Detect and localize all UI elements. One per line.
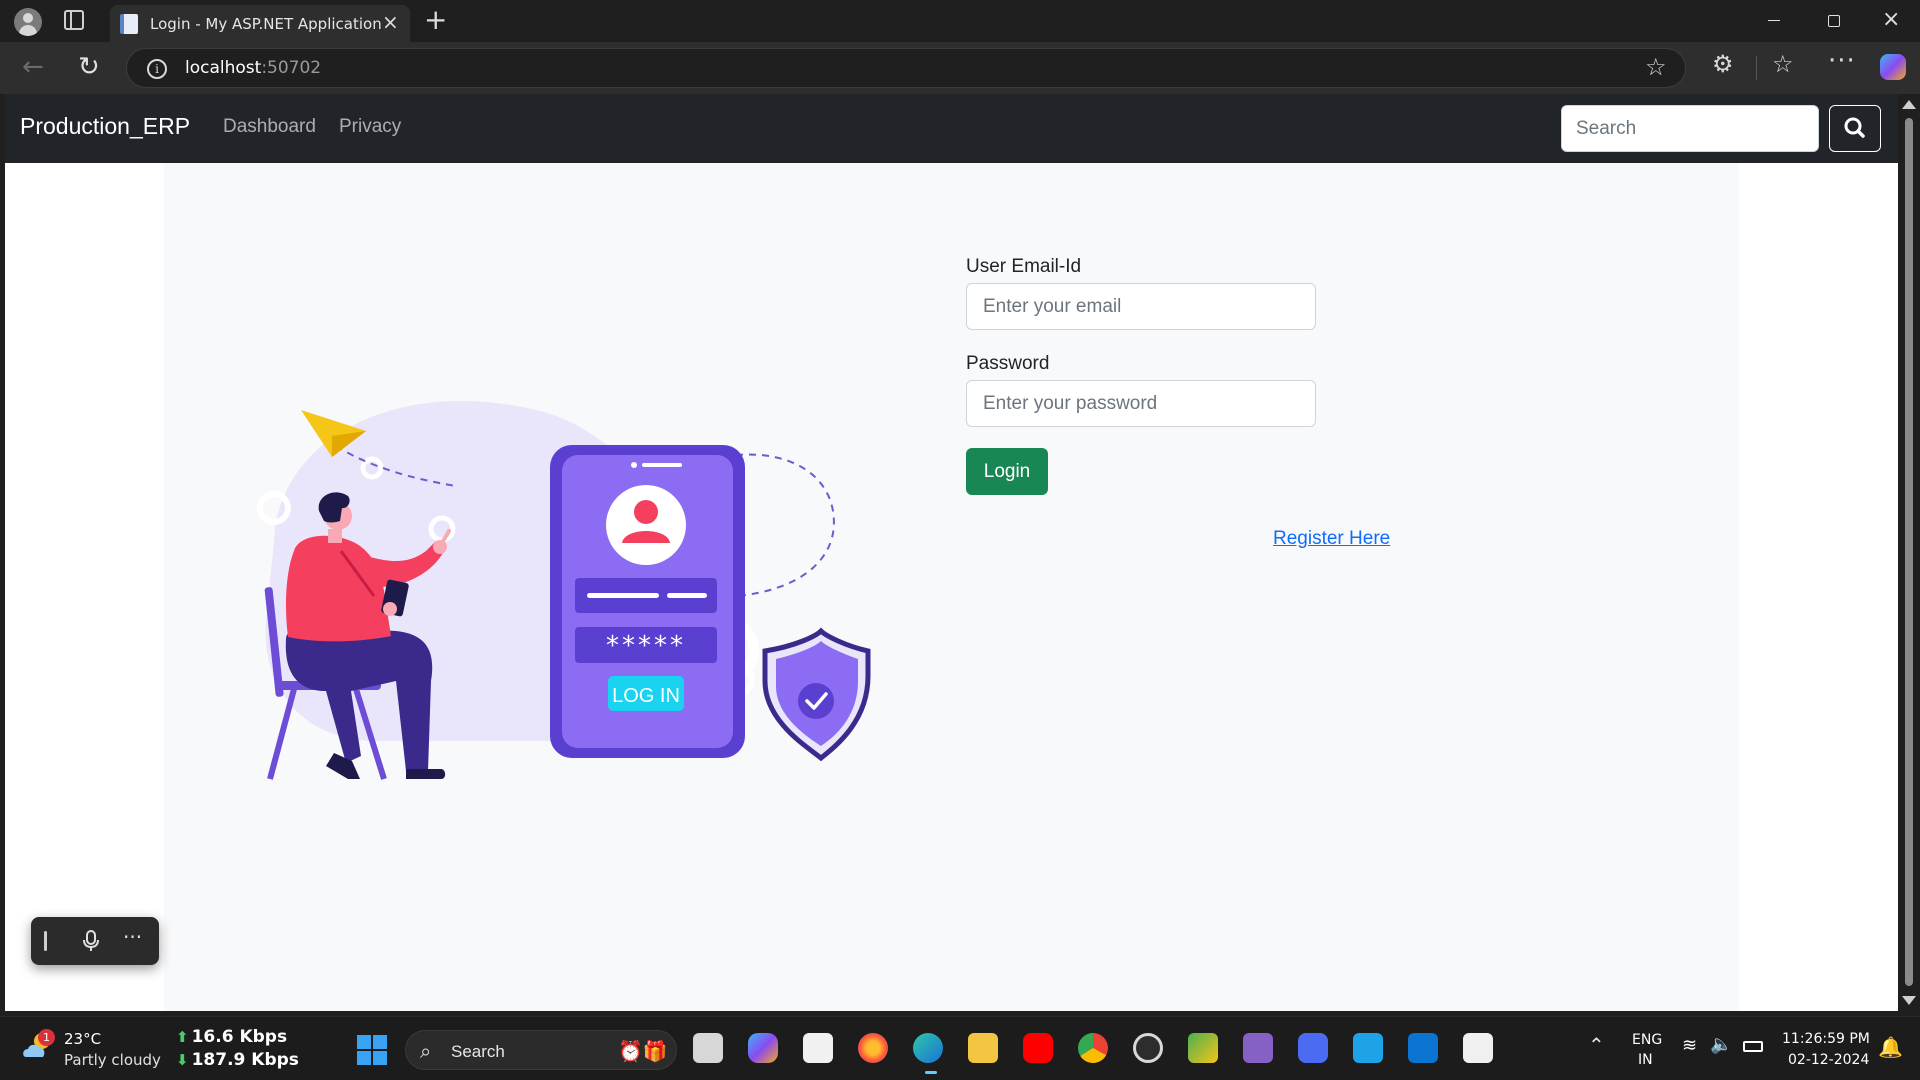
app-p-icon[interactable] bbox=[1298, 1033, 1328, 1063]
wifi-icon[interactable]: ≋ bbox=[1682, 1035, 1697, 1056]
search-icon bbox=[1844, 117, 1865, 138]
voice-access-widget: ··· bbox=[31, 917, 159, 965]
language-region[interactable]: IN bbox=[1638, 1052, 1653, 1068]
reload-icon[interactable]: ↻ bbox=[78, 52, 100, 82]
chrome-icon[interactable] bbox=[1078, 1033, 1108, 1063]
tab-close-icon[interactable]: × bbox=[382, 12, 399, 32]
url-host: localhost bbox=[185, 58, 262, 78]
login-page-content: ***** LOG IN User Email-Id Enter your em… bbox=[164, 163, 1739, 1011]
volume-icon[interactable]: 🔈 bbox=[1710, 1034, 1732, 1055]
windows-start-icon[interactable] bbox=[357, 1035, 387, 1065]
login-illustration: ***** LOG IN bbox=[257, 400, 871, 780]
tab-actions-icon[interactable] bbox=[64, 10, 84, 30]
browser-toolbar: ← ↻ i localhost:50702 ☆ ⚙ ☆ ··· bbox=[0, 42, 1920, 94]
tray-overflow-chevron-icon[interactable]: ⌃ bbox=[1588, 1033, 1605, 1057]
navbar-brand[interactable]: Production_ERP bbox=[20, 113, 190, 140]
nav-link-dashboard[interactable]: Dashboard bbox=[223, 116, 316, 138]
extensions-icon[interactable]: ⚙ bbox=[1712, 50, 1734, 78]
window-minimize-icon[interactable] bbox=[1768, 20, 1780, 21]
url-text[interactable]: localhost:50702 bbox=[185, 58, 321, 78]
illustration-password-stars: ***** bbox=[606, 631, 686, 661]
weather-temperature[interactable]: 23°C bbox=[64, 1030, 101, 1048]
search-icon: ⌕ bbox=[420, 1039, 432, 1063]
weather-description[interactable]: Partly cloudy bbox=[64, 1051, 161, 1069]
login-button[interactable]: Login bbox=[966, 448, 1048, 495]
task-view-icon[interactable] bbox=[693, 1033, 723, 1063]
email-field[interactable] bbox=[966, 283, 1316, 330]
upload-arrow-icon: ⬆ bbox=[176, 1028, 189, 1046]
language-indicator[interactable]: ENG bbox=[1632, 1032, 1662, 1048]
url-port: :50702 bbox=[261, 58, 322, 78]
youtube-icon[interactable] bbox=[1023, 1033, 1053, 1063]
edge-active-indicator bbox=[925, 1071, 937, 1074]
copilot-app-icon[interactable] bbox=[748, 1033, 778, 1063]
toolbar-divider bbox=[1756, 56, 1757, 80]
network-download-speed: ⬇ 187.9 Kbps bbox=[176, 1050, 299, 1070]
navbar-search-input[interactable] bbox=[1561, 105, 1819, 152]
snipping-tool-icon[interactable] bbox=[1188, 1033, 1218, 1063]
more-options-icon[interactable]: ··· bbox=[123, 925, 142, 949]
browser-tab-active[interactable]: Login - My ASP.NET Application × bbox=[110, 5, 410, 42]
site-navbar: Production_ERP Dashboard Privacy bbox=[5, 94, 1898, 163]
net-down-value: 187.9 Kbps bbox=[191, 1050, 299, 1070]
microphone-icon[interactable] bbox=[79, 929, 103, 953]
battery-icon[interactable] bbox=[1743, 1041, 1763, 1052]
address-bar[interactable]: i localhost:50702 ☆ bbox=[126, 48, 1686, 88]
window-close-icon[interactable]: × bbox=[1882, 6, 1900, 34]
search-highlight-icon: ⏰🎁 bbox=[618, 1039, 668, 1063]
more-menu-icon[interactable]: ··· bbox=[1828, 46, 1856, 76]
clock-date[interactable]: 02-12-2024 bbox=[1788, 1052, 1869, 1068]
favorites-icon[interactable]: ☆ bbox=[1772, 50, 1794, 78]
back-arrow-icon[interactable]: ← bbox=[22, 52, 44, 82]
sql-tool-icon[interactable] bbox=[1463, 1033, 1493, 1063]
notification-bell-icon[interactable]: 🔔 bbox=[1878, 1035, 1903, 1059]
vscode-icon[interactable] bbox=[1408, 1033, 1438, 1063]
net-up-value: 16.6 Kbps bbox=[191, 1027, 288, 1047]
download-arrow-icon: ⬇ bbox=[176, 1051, 189, 1069]
tab-title: Login - My ASP.NET Application bbox=[150, 15, 382, 33]
new-tab-icon[interactable]: + bbox=[424, 5, 447, 35]
clock-time[interactable]: 11:26:59 PM bbox=[1782, 1031, 1870, 1047]
copilot-icon[interactable] bbox=[1880, 54, 1906, 80]
favorite-star-icon[interactable]: ☆ bbox=[1645, 53, 1667, 81]
scroll-thumb[interactable] bbox=[1905, 118, 1913, 986]
navbar-search-button[interactable] bbox=[1829, 105, 1881, 152]
window-restore-icon[interactable] bbox=[1828, 15, 1840, 27]
site-info-icon[interactable]: i bbox=[147, 59, 167, 79]
scroll-up-arrow-icon[interactable] bbox=[1902, 100, 1916, 109]
email-label: User Email-Id bbox=[966, 256, 1082, 277]
profile-avatar-icon[interactable] bbox=[14, 8, 42, 36]
browser-tab-bar: Login - My ASP.NET Application × + × bbox=[0, 0, 1920, 42]
media-player-icon[interactable] bbox=[1133, 1033, 1163, 1063]
nav-link-privacy[interactable]: Privacy bbox=[339, 116, 401, 138]
weather-alert-badge: 1 bbox=[38, 1029, 55, 1046]
password-field[interactable] bbox=[966, 380, 1316, 427]
scroll-down-arrow-icon[interactable] bbox=[1902, 996, 1916, 1005]
windows-taskbar: 1 23°C Partly cloudy ⬆ 16.6 Kbps ⬇ 187.9 K… bbox=[0, 1016, 1920, 1080]
file-explorer-icon[interactable] bbox=[968, 1033, 998, 1063]
network-upload-speed: ⬆ 16.6 Kbps bbox=[176, 1027, 287, 1047]
page-favicon-icon bbox=[120, 14, 138, 34]
illustration-login-text: LOG IN bbox=[612, 685, 680, 707]
page-scrollbar[interactable] bbox=[1898, 94, 1920, 1011]
drag-handle-icon[interactable] bbox=[44, 931, 47, 951]
register-link[interactable]: Register Here bbox=[1273, 528, 1390, 550]
microsoft-store-icon[interactable] bbox=[803, 1033, 833, 1063]
edge-browser-icon[interactable] bbox=[913, 1033, 943, 1063]
notepad-icon[interactable] bbox=[1353, 1033, 1383, 1063]
taskbar-search-box[interactable]: ⌕ Search ⏰🎁 bbox=[405, 1030, 677, 1070]
password-label: Password bbox=[966, 353, 1050, 374]
visual-studio-icon[interactable] bbox=[1243, 1033, 1273, 1063]
page-viewport: Production_ERP Dashboard Privacy Search … bbox=[5, 94, 1898, 1011]
firefox-icon[interactable] bbox=[858, 1033, 888, 1063]
taskbar-search-label: Search bbox=[451, 1042, 505, 1061]
